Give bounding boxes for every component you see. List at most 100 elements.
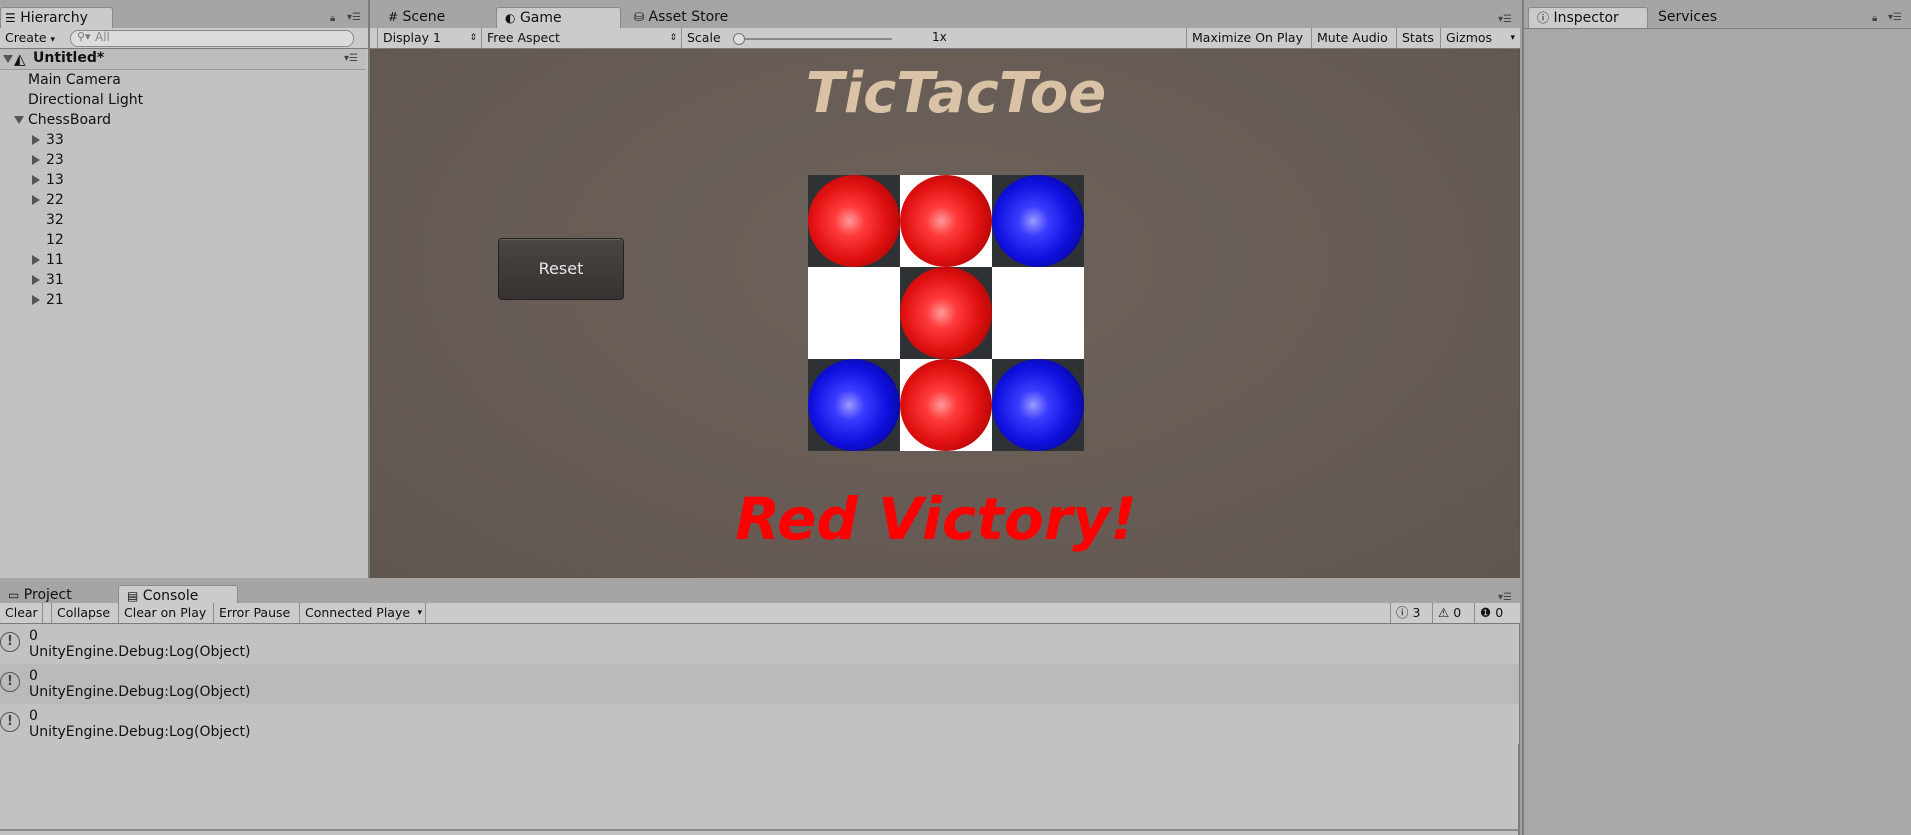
- board-cell[interactable]: [808, 175, 900, 267]
- hierarchy-item-13[interactable]: 13: [46, 170, 64, 190]
- info-icon: ⓘ: [1537, 11, 1550, 25]
- collapsed-arrow-icon[interactable]: [32, 295, 40, 305]
- tab-console-label: Console: [142, 588, 199, 604]
- connected-player-dropdown[interactable]: Connected Playe ▾: [300, 603, 426, 623]
- error-pause-toggle[interactable]: Error Pause: [214, 603, 300, 623]
- lock-icon[interactable]: 🔒︎: [330, 13, 335, 24]
- scene-menu-icon[interactable]: ▾☰: [344, 53, 358, 64]
- clear-button[interactable]: Clear: [0, 603, 43, 623]
- hierarchy-item-33[interactable]: 33: [46, 130, 64, 150]
- collapsed-arrow-icon[interactable]: [32, 275, 40, 285]
- tab-inspector[interactable]: ⓘ Inspector: [1528, 7, 1648, 28]
- log-value: 0: [29, 708, 38, 724]
- tab-hierarchy-label: Hierarchy: [20, 10, 88, 26]
- board-cell[interactable]: [992, 359, 1084, 451]
- tab-hierarchy[interactable]: ☰ Hierarchy: [0, 7, 113, 28]
- expand-arrow-icon[interactable]: [3, 55, 13, 63]
- maximize-on-play-toggle[interactable]: Maximize On Play: [1186, 28, 1312, 48]
- list-icon: ☰: [5, 11, 16, 25]
- scale-slider[interactable]: [733, 33, 892, 45]
- hierarchy-item-label: Main Camera: [28, 72, 121, 88]
- hierarchy-item-11[interactable]: 11: [46, 250, 64, 270]
- create-button[interactable]: Create ▾: [0, 28, 62, 48]
- result-message: Red Victory!: [735, 485, 1137, 553]
- collapsed-arrow-icon[interactable]: [32, 175, 40, 185]
- tab-scene[interactable]: # Scene: [380, 7, 453, 28]
- up-down-icon: ⇕: [469, 33, 477, 43]
- scale-label: Scale: [687, 30, 721, 45]
- board-cell[interactable]: [808, 267, 900, 359]
- hierarchy-item-label: 11: [46, 252, 64, 268]
- info-count-toggle[interactable]: ⓘ 3: [1390, 603, 1433, 623]
- board-cell[interactable]: [900, 359, 992, 451]
- warning-icon: ⚠: [1438, 605, 1450, 620]
- hierarchy-search-input[interactable]: ⚲▾ All: [70, 30, 354, 47]
- warning-count-toggle[interactable]: ⚠ 0: [1433, 603, 1475, 623]
- tab-asset-store[interactable]: ⛁ Asset Store: [626, 7, 736, 28]
- tab-project-label: Project: [23, 587, 72, 603]
- console-entry[interactable]: ! 0 UnityEngine.Debug:Log(Object): [0, 704, 1519, 744]
- clear-on-play-toggle[interactable]: Clear on Play: [119, 603, 214, 623]
- red-piece: [900, 175, 992, 267]
- scale-slider-thumb[interactable]: [733, 33, 745, 45]
- console-entry[interactable]: ! 0 UnityEngine.Debug:Log(Object): [0, 624, 1519, 664]
- console-entry[interactable]: ! 0 UnityEngine.Debug:Log(Object): [0, 664, 1519, 704]
- display-select[interactable]: Display 1 ⇕: [377, 28, 482, 48]
- board-cell[interactable]: [808, 359, 900, 451]
- board-cell[interactable]: [992, 175, 1084, 267]
- hierarchy-toolbar: Create ▾ ⚲▾ All: [0, 28, 368, 49]
- info-icon: !: [0, 632, 20, 652]
- hierarchy-item-main-camera[interactable]: Main Camera: [28, 70, 121, 90]
- game-view[interactable]: TicTacToe Reset Red Victory!: [370, 49, 1520, 578]
- chevron-down-icon: ▾: [417, 608, 422, 618]
- lock-icon[interactable]: 🔒︎: [1872, 13, 1877, 24]
- log-source: UnityEngine.Debug:Log(Object): [29, 644, 251, 660]
- expand-arrow-icon[interactable]: [14, 116, 24, 124]
- tab-services[interactable]: Services: [1650, 7, 1725, 28]
- stats-toggle[interactable]: Stats: [1397, 28, 1441, 48]
- panel-menu-icon[interactable]: ▾☰: [1888, 12, 1902, 23]
- tic-tac-toe-board: [808, 175, 1084, 451]
- tab-asset-store-label: Asset Store: [648, 9, 729, 25]
- panel-menu-icon[interactable]: ▾☰: [1498, 592, 1512, 603]
- tab-services-label: Services: [1658, 9, 1718, 25]
- gizmos-dropdown[interactable]: Gizmos ▾: [1441, 28, 1519, 48]
- warning-count: 0: [1453, 605, 1462, 620]
- blue-piece: [992, 175, 1084, 267]
- collapsed-arrow-icon[interactable]: [32, 195, 40, 205]
- aspect-select[interactable]: Free Aspect ⇕: [482, 28, 682, 48]
- hierarchy-item-31[interactable]: 31: [46, 270, 64, 290]
- panel-menu-icon[interactable]: ▾☰: [347, 12, 361, 23]
- gamepad-icon: ◐: [505, 11, 516, 25]
- blue-piece: [808, 359, 900, 451]
- error-count-toggle[interactable]: ❶ 0: [1475, 603, 1520, 623]
- console-detail-divider[interactable]: [0, 829, 1518, 831]
- hierarchy-item-23[interactable]: 23: [46, 150, 64, 170]
- hierarchy-item-label: ChessBoard: [28, 112, 111, 128]
- reset-button[interactable]: Reset: [498, 238, 624, 300]
- log-source: UnityEngine.Debug:Log(Object): [29, 724, 251, 740]
- collapsed-arrow-icon[interactable]: [32, 155, 40, 165]
- panel-menu-icon[interactable]: ▾☰: [1498, 14, 1512, 25]
- hierarchy-item-22[interactable]: 22: [46, 190, 64, 210]
- aspect-value: Free Aspect: [487, 30, 560, 45]
- hierarchy-item-12[interactable]: 12: [46, 230, 64, 250]
- collapse-toggle[interactable]: Collapse: [51, 603, 119, 623]
- hierarchy-item-directional-light[interactable]: Directional Light: [28, 90, 143, 110]
- red-piece: [808, 175, 900, 267]
- log-value: 0: [29, 668, 38, 684]
- mute-audio-toggle[interactable]: Mute Audio: [1312, 28, 1397, 48]
- hierarchy-item-21[interactable]: 21: [46, 290, 64, 310]
- error-icon: ❶: [1480, 605, 1492, 620]
- tab-game[interactable]: ◐ Game: [496, 7, 621, 28]
- chevron-down-icon: ▾: [50, 35, 56, 45]
- board-cell[interactable]: [900, 175, 992, 267]
- hierarchy-item-chessboard[interactable]: ChessBoard: [28, 110, 111, 130]
- board-cell[interactable]: [900, 267, 992, 359]
- reset-button-label: Reset: [538, 259, 584, 278]
- scene-header-row[interactable]: ◭ Untitled* ▾☰: [0, 49, 366, 70]
- board-cell[interactable]: [992, 267, 1084, 359]
- hierarchy-item-32[interactable]: 32: [46, 210, 64, 230]
- collapsed-arrow-icon[interactable]: [32, 135, 40, 145]
- collapsed-arrow-icon[interactable]: [32, 255, 40, 265]
